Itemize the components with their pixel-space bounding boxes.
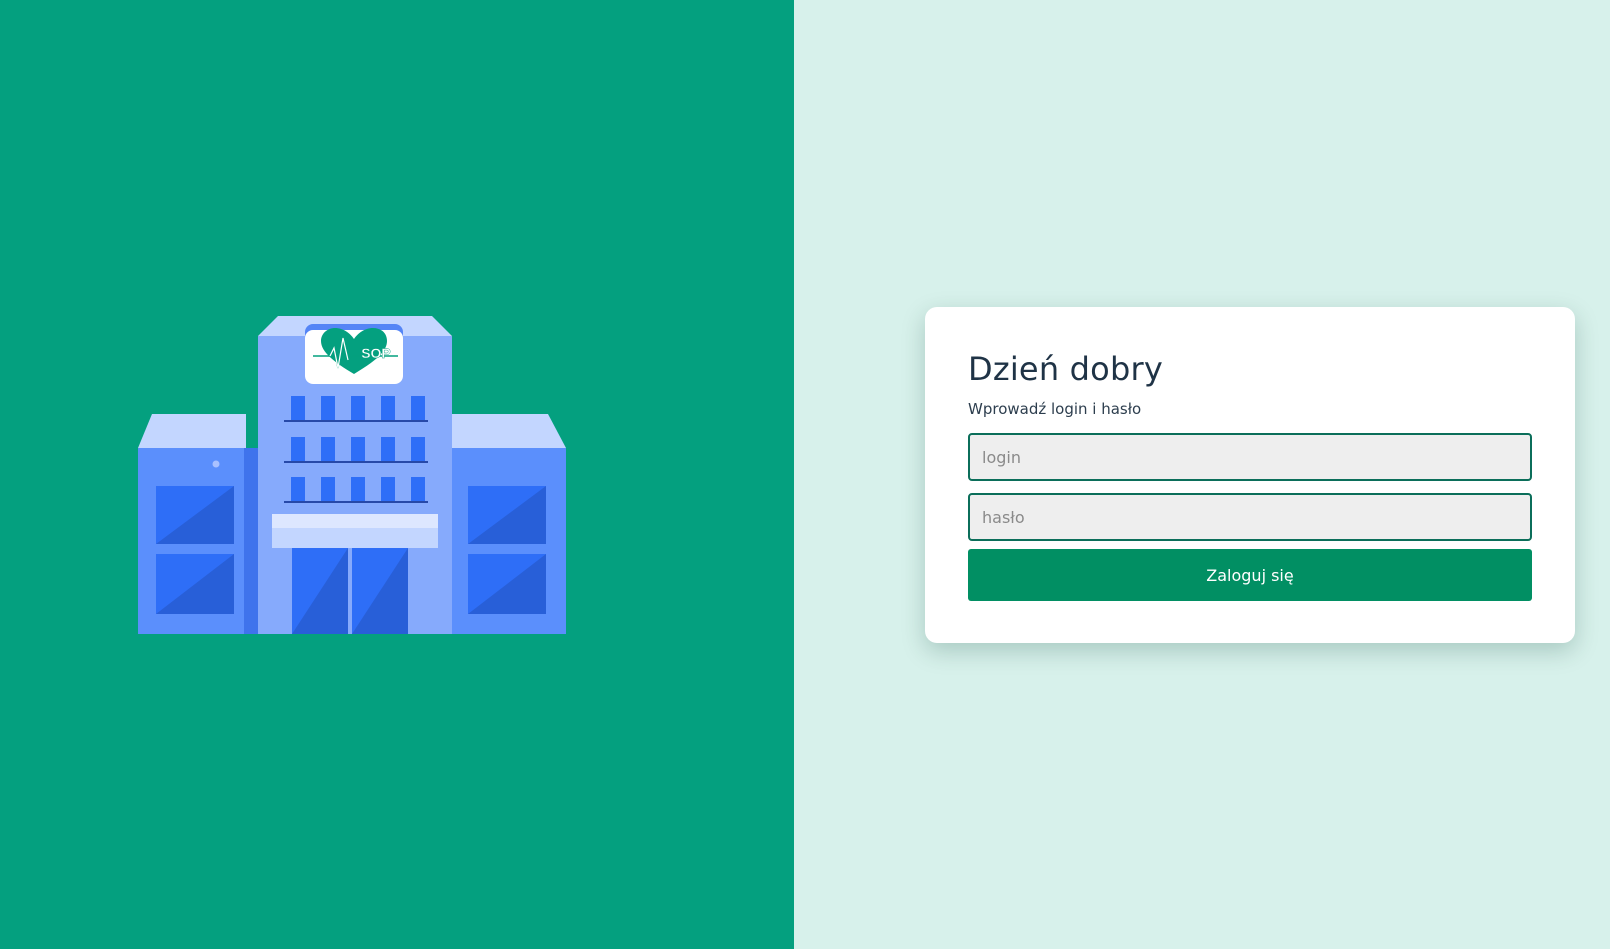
- login-panel: Dzień dobry Wprowadź login i hasło Zalog…: [794, 0, 1610, 949]
- login-instructions: Wprowadź login i hasło: [968, 400, 1142, 418]
- greeting-title: Dzień dobry: [968, 350, 1163, 388]
- svg-text:SOP: SOP: [361, 345, 391, 361]
- login-button[interactable]: Zaloguj się: [968, 549, 1532, 601]
- login-input[interactable]: [968, 433, 1532, 481]
- password-input[interactable]: [968, 493, 1532, 541]
- illustration-panel: SOP: [0, 0, 794, 949]
- hospital-building-icon: SOP: [138, 316, 566, 634]
- login-page: SOP Dzień dobry Wprowadź login i hasło l…: [0, 0, 1610, 949]
- login-card: Dzień dobry Wprowadź login i hasło Zalog…: [925, 307, 1575, 643]
